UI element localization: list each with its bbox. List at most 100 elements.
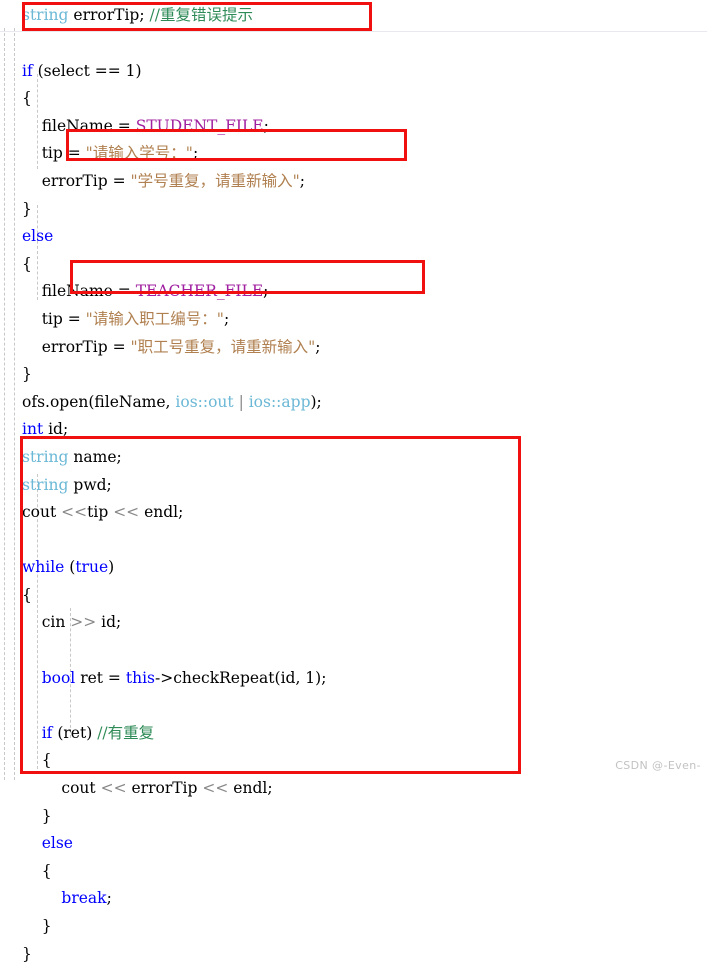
code-line-l33[interactable]: break; xyxy=(0,885,707,913)
code-token: (select == 1) xyxy=(32,61,142,80)
code-token: tip = xyxy=(22,309,86,328)
code-line-l7[interactable]: errorTip = "学号重复，请重新输入"; xyxy=(0,168,707,196)
code-token: this xyxy=(125,668,155,687)
code-token: break xyxy=(61,889,107,908)
code-token: if xyxy=(41,723,53,742)
code-token: { xyxy=(22,89,32,108)
code-line-l3[interactable]: if (select == 1) xyxy=(0,58,707,86)
code-token: ; xyxy=(223,309,230,328)
code-line-l25[interactable]: bool ret = this->checkRepeat(id, 1); xyxy=(0,665,707,693)
code-line-l2[interactable] xyxy=(0,30,707,58)
code-token: cin xyxy=(22,613,71,632)
code-line-l18[interactable]: string pwd; xyxy=(0,472,707,500)
code-line-l16[interactable]: int id; xyxy=(0,416,707,444)
code-token: TEACHER_FILE xyxy=(135,282,264,301)
code-line-l17[interactable]: string name; xyxy=(0,444,707,472)
code-token: id; xyxy=(43,420,69,439)
code-token: ; xyxy=(315,337,321,356)
code-token: errorTip; xyxy=(68,6,150,24)
code-line-l28[interactable]: { xyxy=(0,747,707,775)
code-line-l13[interactable]: errorTip = "职工号重复，请重新输入"; xyxy=(0,334,707,362)
code-line-l19[interactable]: cout <<tip << endl; xyxy=(0,499,707,527)
code-token: fileName = xyxy=(22,282,136,301)
code-token: bool xyxy=(41,668,76,687)
code-token: } xyxy=(22,917,52,935)
code-token: ret = xyxy=(75,668,126,687)
code-line-l11[interactable]: fileName = TEACHER_FILE; xyxy=(0,278,707,306)
code-line-l32[interactable]: { xyxy=(0,858,707,886)
code-token: ofs.open(fileName, xyxy=(22,392,176,411)
code-line-l20[interactable] xyxy=(0,527,707,555)
code-line-l22[interactable]: { xyxy=(0,582,707,610)
code-token: //重复错误提示 xyxy=(149,6,253,24)
code-token: } xyxy=(22,199,32,218)
code-token: { xyxy=(22,585,32,604)
code-token: string xyxy=(22,6,69,24)
code-token: id; xyxy=(96,613,122,632)
code-line-l9[interactable]: else xyxy=(0,223,707,251)
code-line-l21[interactable]: while (true) xyxy=(0,554,707,582)
code-token: { xyxy=(22,751,52,770)
code-editor-screenshot: string errorTip; //重复错误提示 if (select == … xyxy=(0,0,707,963)
code-line-l6[interactable]: tip = "请输入学号："; xyxy=(0,140,707,168)
code-token: true xyxy=(75,558,109,577)
code-line-l29[interactable]: cout << errorTip << endl; xyxy=(0,775,707,803)
code-line-l10[interactable]: { xyxy=(0,251,707,279)
code-token: "学号重复，请重新输入" xyxy=(130,171,300,190)
code-token: if xyxy=(22,61,33,80)
code-line-l24[interactable] xyxy=(0,637,707,665)
code-token: ; xyxy=(106,889,112,908)
code-line-l15[interactable]: ofs.open(fileName, ios::out | ios::app); xyxy=(0,389,707,417)
code-token: tip xyxy=(87,503,114,522)
code-token: } xyxy=(22,806,52,825)
code-token: pwd; xyxy=(68,475,112,494)
code-token: cout xyxy=(22,503,62,522)
code-token: ios::out xyxy=(175,392,234,411)
code-token: ) xyxy=(108,558,115,577)
code-token: name; xyxy=(68,447,122,466)
code-token: << xyxy=(61,503,88,522)
code-token: tip = xyxy=(22,144,86,163)
code-line-l1[interactable]: string errorTip; //重复错误提示 xyxy=(0,0,707,30)
csdn-watermark: CSDN @-Even- xyxy=(615,759,701,772)
code-token: fileName = xyxy=(22,116,136,135)
code-token: | xyxy=(233,392,249,411)
code-token: ios::app xyxy=(248,392,311,411)
code-token: ; xyxy=(192,144,199,163)
code-line-l14[interactable]: } xyxy=(0,361,707,389)
code-token: "职工号重复，请重新输入" xyxy=(130,337,316,356)
code-token: errorTip = xyxy=(22,171,131,190)
code-token: } xyxy=(22,365,32,384)
code-line-l5[interactable]: fileName = STUDENT_FILE; xyxy=(0,113,707,141)
code-token: //有重复 xyxy=(97,723,155,742)
code-token: ; xyxy=(263,116,269,135)
code-token: ->checkRepeat(id, 1); xyxy=(154,668,327,687)
code-line-l8[interactable]: } xyxy=(0,196,707,224)
code-line-l35[interactable]: } xyxy=(0,941,707,968)
code-line-l23[interactable]: cin >> id; xyxy=(0,609,707,637)
code-line-l30[interactable]: } xyxy=(0,803,707,831)
code-token: int xyxy=(22,420,44,439)
code-token: (ret) xyxy=(52,723,98,742)
code-token: >> xyxy=(70,613,97,632)
code-token: string xyxy=(22,447,69,466)
code-line-l34[interactable]: } xyxy=(0,913,707,941)
code-text-surface[interactable]: string errorTip; //重复错误提示 if (select == … xyxy=(0,0,707,968)
code-token: ( xyxy=(64,558,76,577)
code-token: while xyxy=(22,558,65,577)
code-token: ; xyxy=(263,282,269,301)
code-token: << xyxy=(113,503,140,522)
code-line-l26[interactable] xyxy=(0,692,707,720)
code-token: "请输入学号：" xyxy=(85,144,193,163)
code-token: endl; xyxy=(139,503,184,522)
code-line-l27[interactable]: if (ret) //有重复 xyxy=(0,720,707,748)
code-line-l4[interactable]: { xyxy=(0,85,707,113)
code-token: STUDENT_FILE xyxy=(135,116,264,135)
code-line-l31[interactable]: else xyxy=(0,830,707,858)
code-line-l12[interactable]: tip = "请输入职工编号："; xyxy=(0,306,707,334)
code-token: else xyxy=(41,834,73,853)
code-token: { xyxy=(22,861,52,880)
